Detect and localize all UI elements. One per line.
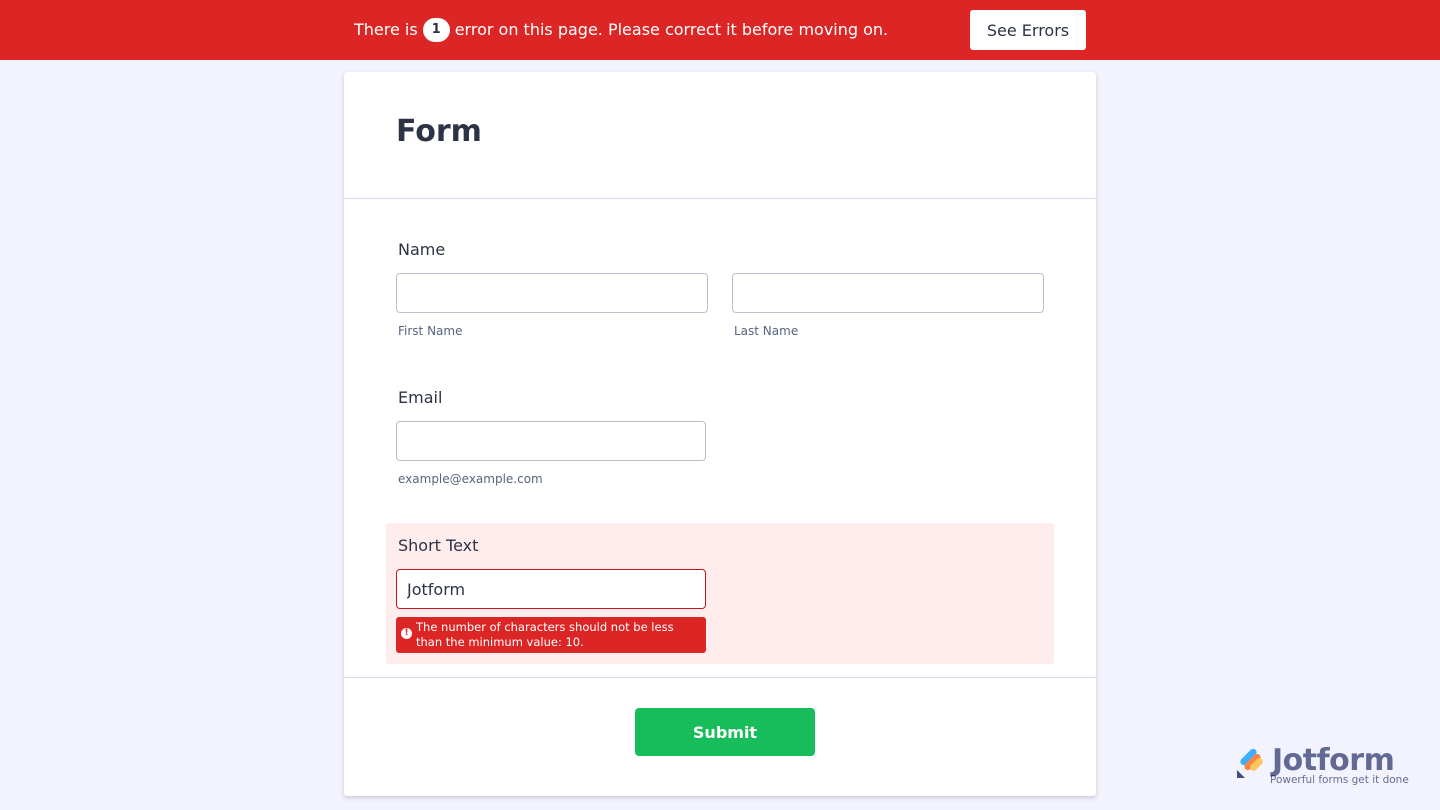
jotform-branding[interactable]: Jotform Powerful forms get it done <box>1234 744 1414 792</box>
see-errors-button[interactable]: See Errors <box>970 10 1086 50</box>
alert-icon: ! <box>401 628 412 639</box>
header-divider <box>344 198 1096 199</box>
email-input[interactable] <box>396 421 706 461</box>
first-name-input[interactable] <box>396 273 708 313</box>
error-count-badge: 1 <box>422 18 450 42</box>
form-title: Form <box>396 114 482 149</box>
error-message-text: The number of characters should not be l… <box>416 620 674 649</box>
form-card: Form Name First Name Last Name Email exa… <box>344 72 1096 796</box>
short-text-error-message: ! The number of characters should not be… <box>396 617 706 653</box>
footer-divider <box>344 677 1096 678</box>
error-banner-suffix: error on this page. Please correct it be… <box>454 20 889 39</box>
last-name-input[interactable] <box>732 273 1044 313</box>
name-label: Name <box>398 240 446 259</box>
error-banner-message: There is 1 error on this page. Please co… <box>354 18 888 42</box>
email-sublabel: example@example.com <box>398 472 543 486</box>
first-name-sublabel: First Name <box>398 324 463 338</box>
short-text-input[interactable] <box>396 569 706 609</box>
jotform-logo-icon <box>1237 748 1263 778</box>
brand-tagline: Powerful forms get it done <box>1270 774 1409 786</box>
last-name-sublabel: Last Name <box>734 324 799 338</box>
email-label: Email <box>398 388 443 407</box>
brand-name: Jotform <box>1272 743 1395 778</box>
error-banner: There is 1 error on this page. Please co… <box>0 0 1440 60</box>
short-text-label: Short Text <box>398 536 479 555</box>
error-banner-prefix: There is <box>354 20 418 39</box>
submit-button[interactable]: Submit <box>635 708 815 756</box>
